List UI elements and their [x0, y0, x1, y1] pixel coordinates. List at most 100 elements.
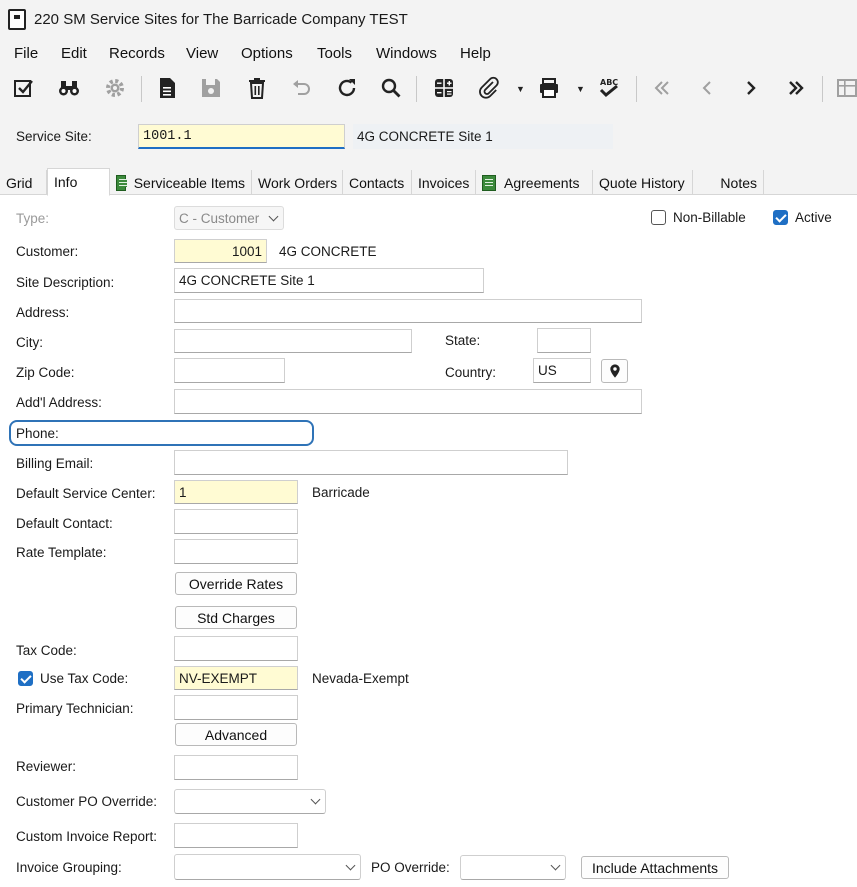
- type-select-value: C - Customer: [179, 210, 260, 226]
- customer-name: 4G CONCRETE: [279, 244, 377, 259]
- address-label: Address:: [16, 305, 70, 320]
- addl-address-label: Add'l Address:: [16, 395, 102, 410]
- chevron-down-icon: [550, 860, 561, 871]
- menu-view[interactable]: View: [186, 45, 218, 62]
- primary-technician-input[interactable]: [174, 695, 298, 720]
- calculator-icon[interactable]: [430, 74, 458, 102]
- override-rates-button[interactable]: Override Rates: [175, 572, 297, 595]
- tax-code-input[interactable]: [174, 636, 298, 661]
- addl-address-input[interactable]: [174, 389, 642, 414]
- menu-records[interactable]: Records: [109, 45, 165, 62]
- next-record-icon[interactable]: [737, 74, 765, 102]
- advanced-button[interactable]: Advanced: [175, 723, 297, 746]
- default-contact-label: Default Contact:: [16, 516, 113, 531]
- refresh-icon[interactable]: [333, 74, 361, 102]
- country-label: Country:: [445, 365, 497, 380]
- tab-work-orders[interactable]: Work Orders: [252, 170, 343, 195]
- reviewer-input[interactable]: [174, 755, 298, 780]
- gear-icon[interactable]: [101, 74, 129, 102]
- previous-record-icon[interactable]: [693, 74, 721, 102]
- tab-contacts[interactable]: Contacts: [343, 170, 412, 195]
- default-service-center-name: Barricade: [312, 485, 370, 500]
- binoculars-icon[interactable]: [55, 74, 83, 102]
- service-site-description: 4G CONCRETE Site 1: [353, 124, 613, 149]
- billing-email-label: Billing Email:: [16, 456, 94, 471]
- menu-edit[interactable]: Edit: [61, 45, 87, 62]
- default-contact-input[interactable]: [174, 509, 298, 534]
- tab-grid[interactable]: Grid: [0, 170, 47, 195]
- tax-code-label: Tax Code:: [16, 643, 77, 658]
- tab-info[interactable]: Info: [47, 168, 110, 196]
- billing-email-input[interactable]: [174, 450, 568, 475]
- window-title: 220 SM Service Sites for The Barricade C…: [34, 11, 408, 28]
- po-override-select[interactable]: [460, 855, 566, 880]
- address-input[interactable]: [174, 299, 642, 323]
- customer-label: Customer:: [16, 244, 79, 259]
- menu-help[interactable]: Help: [460, 45, 491, 62]
- invoice-grouping-select[interactable]: [174, 854, 361, 880]
- tab-agreements[interactable]: Agreements: [476, 170, 593, 195]
- state-label: State:: [445, 333, 481, 348]
- spreadsheet-icon: [116, 174, 127, 191]
- tab-invoices[interactable]: Invoices: [412, 170, 476, 195]
- customer-po-override-label: Customer PO Override:: [16, 794, 158, 809]
- save-icon[interactable]: [197, 74, 225, 102]
- toolbar-separator: [416, 76, 417, 102]
- search-icon[interactable]: [377, 74, 405, 102]
- phone-input[interactable]: [174, 423, 310, 443]
- city-input[interactable]: [174, 329, 412, 353]
- default-service-center-input[interactable]: 1: [174, 480, 298, 504]
- print-icon[interactable]: [535, 74, 563, 102]
- use-tax-code-checkbox[interactable]: [18, 671, 33, 686]
- attachment-dropdown-icon[interactable]: ▼: [516, 84, 525, 94]
- toolbar-separator: [141, 76, 142, 102]
- zip-code-label: Zip Code:: [16, 365, 75, 380]
- non-billable-checkbox[interactable]: [651, 210, 666, 225]
- use-tax-code-input[interactable]: NV-EXEMPT: [174, 666, 298, 690]
- custom-invoice-report-input[interactable]: [174, 823, 298, 848]
- rate-template-input[interactable]: [174, 539, 298, 564]
- std-charges-button[interactable]: Std Charges: [175, 606, 297, 629]
- map-pin-icon: [609, 364, 620, 378]
- chevron-down-icon: [310, 794, 321, 805]
- menu-options[interactable]: Options: [241, 45, 293, 62]
- tab-quote-history[interactable]: Quote History: [593, 170, 693, 195]
- menu-tools[interactable]: Tools: [317, 45, 352, 62]
- delete-icon[interactable]: [243, 74, 271, 102]
- first-record-icon[interactable]: [648, 74, 676, 102]
- new-document-icon[interactable]: [153, 74, 181, 102]
- edit-check-icon[interactable]: [10, 74, 38, 102]
- attachment-icon[interactable]: [475, 74, 503, 102]
- include-attachments-button[interactable]: Include Attachments: [581, 856, 729, 879]
- chevron-down-icon: [268, 211, 279, 221]
- service-site-input[interactable]: 1001.1: [138, 124, 345, 149]
- undo-icon[interactable]: [287, 74, 315, 102]
- tab-serviceable-items-label: Serviceable Items: [133, 174, 245, 191]
- menu-file[interactable]: File: [14, 45, 38, 62]
- active-checkbox[interactable]: [773, 210, 788, 225]
- menu-windows[interactable]: Windows: [376, 45, 437, 62]
- invoice-grouping-label: Invoice Grouping:: [16, 860, 122, 875]
- last-record-icon[interactable]: [782, 74, 810, 102]
- state-input[interactable]: [537, 328, 591, 353]
- customer-input[interactable]: 1001: [174, 239, 267, 263]
- toolbar-separator: [822, 76, 823, 102]
- map-location-button[interactable]: [601, 359, 628, 383]
- primary-technician-label: Primary Technician:: [16, 701, 134, 716]
- type-select[interactable]: C - Customer: [174, 206, 284, 230]
- app-icon: [8, 9, 26, 30]
- tab-serviceable-items[interactable]: Serviceable Items: [110, 170, 252, 195]
- zip-code-input[interactable]: [174, 358, 285, 383]
- site-description-input[interactable]: 4G CONCRETE Site 1: [174, 268, 484, 293]
- non-billable-label: Non-Billable: [673, 210, 746, 225]
- type-label: Type:: [16, 211, 50, 226]
- customer-po-override-select[interactable]: [174, 789, 326, 814]
- toolbar-separator: [636, 76, 637, 102]
- tab-notes[interactable]: Notes: [693, 170, 764, 195]
- print-dropdown-icon[interactable]: ▼: [576, 84, 585, 94]
- service-site-label: Service Site:: [16, 129, 92, 144]
- reviewer-label: Reviewer:: [16, 759, 77, 774]
- grid-icon[interactable]: [833, 74, 857, 102]
- spellcheck-icon[interactable]: ABC: [595, 74, 623, 102]
- country-input[interactable]: US: [533, 358, 591, 383]
